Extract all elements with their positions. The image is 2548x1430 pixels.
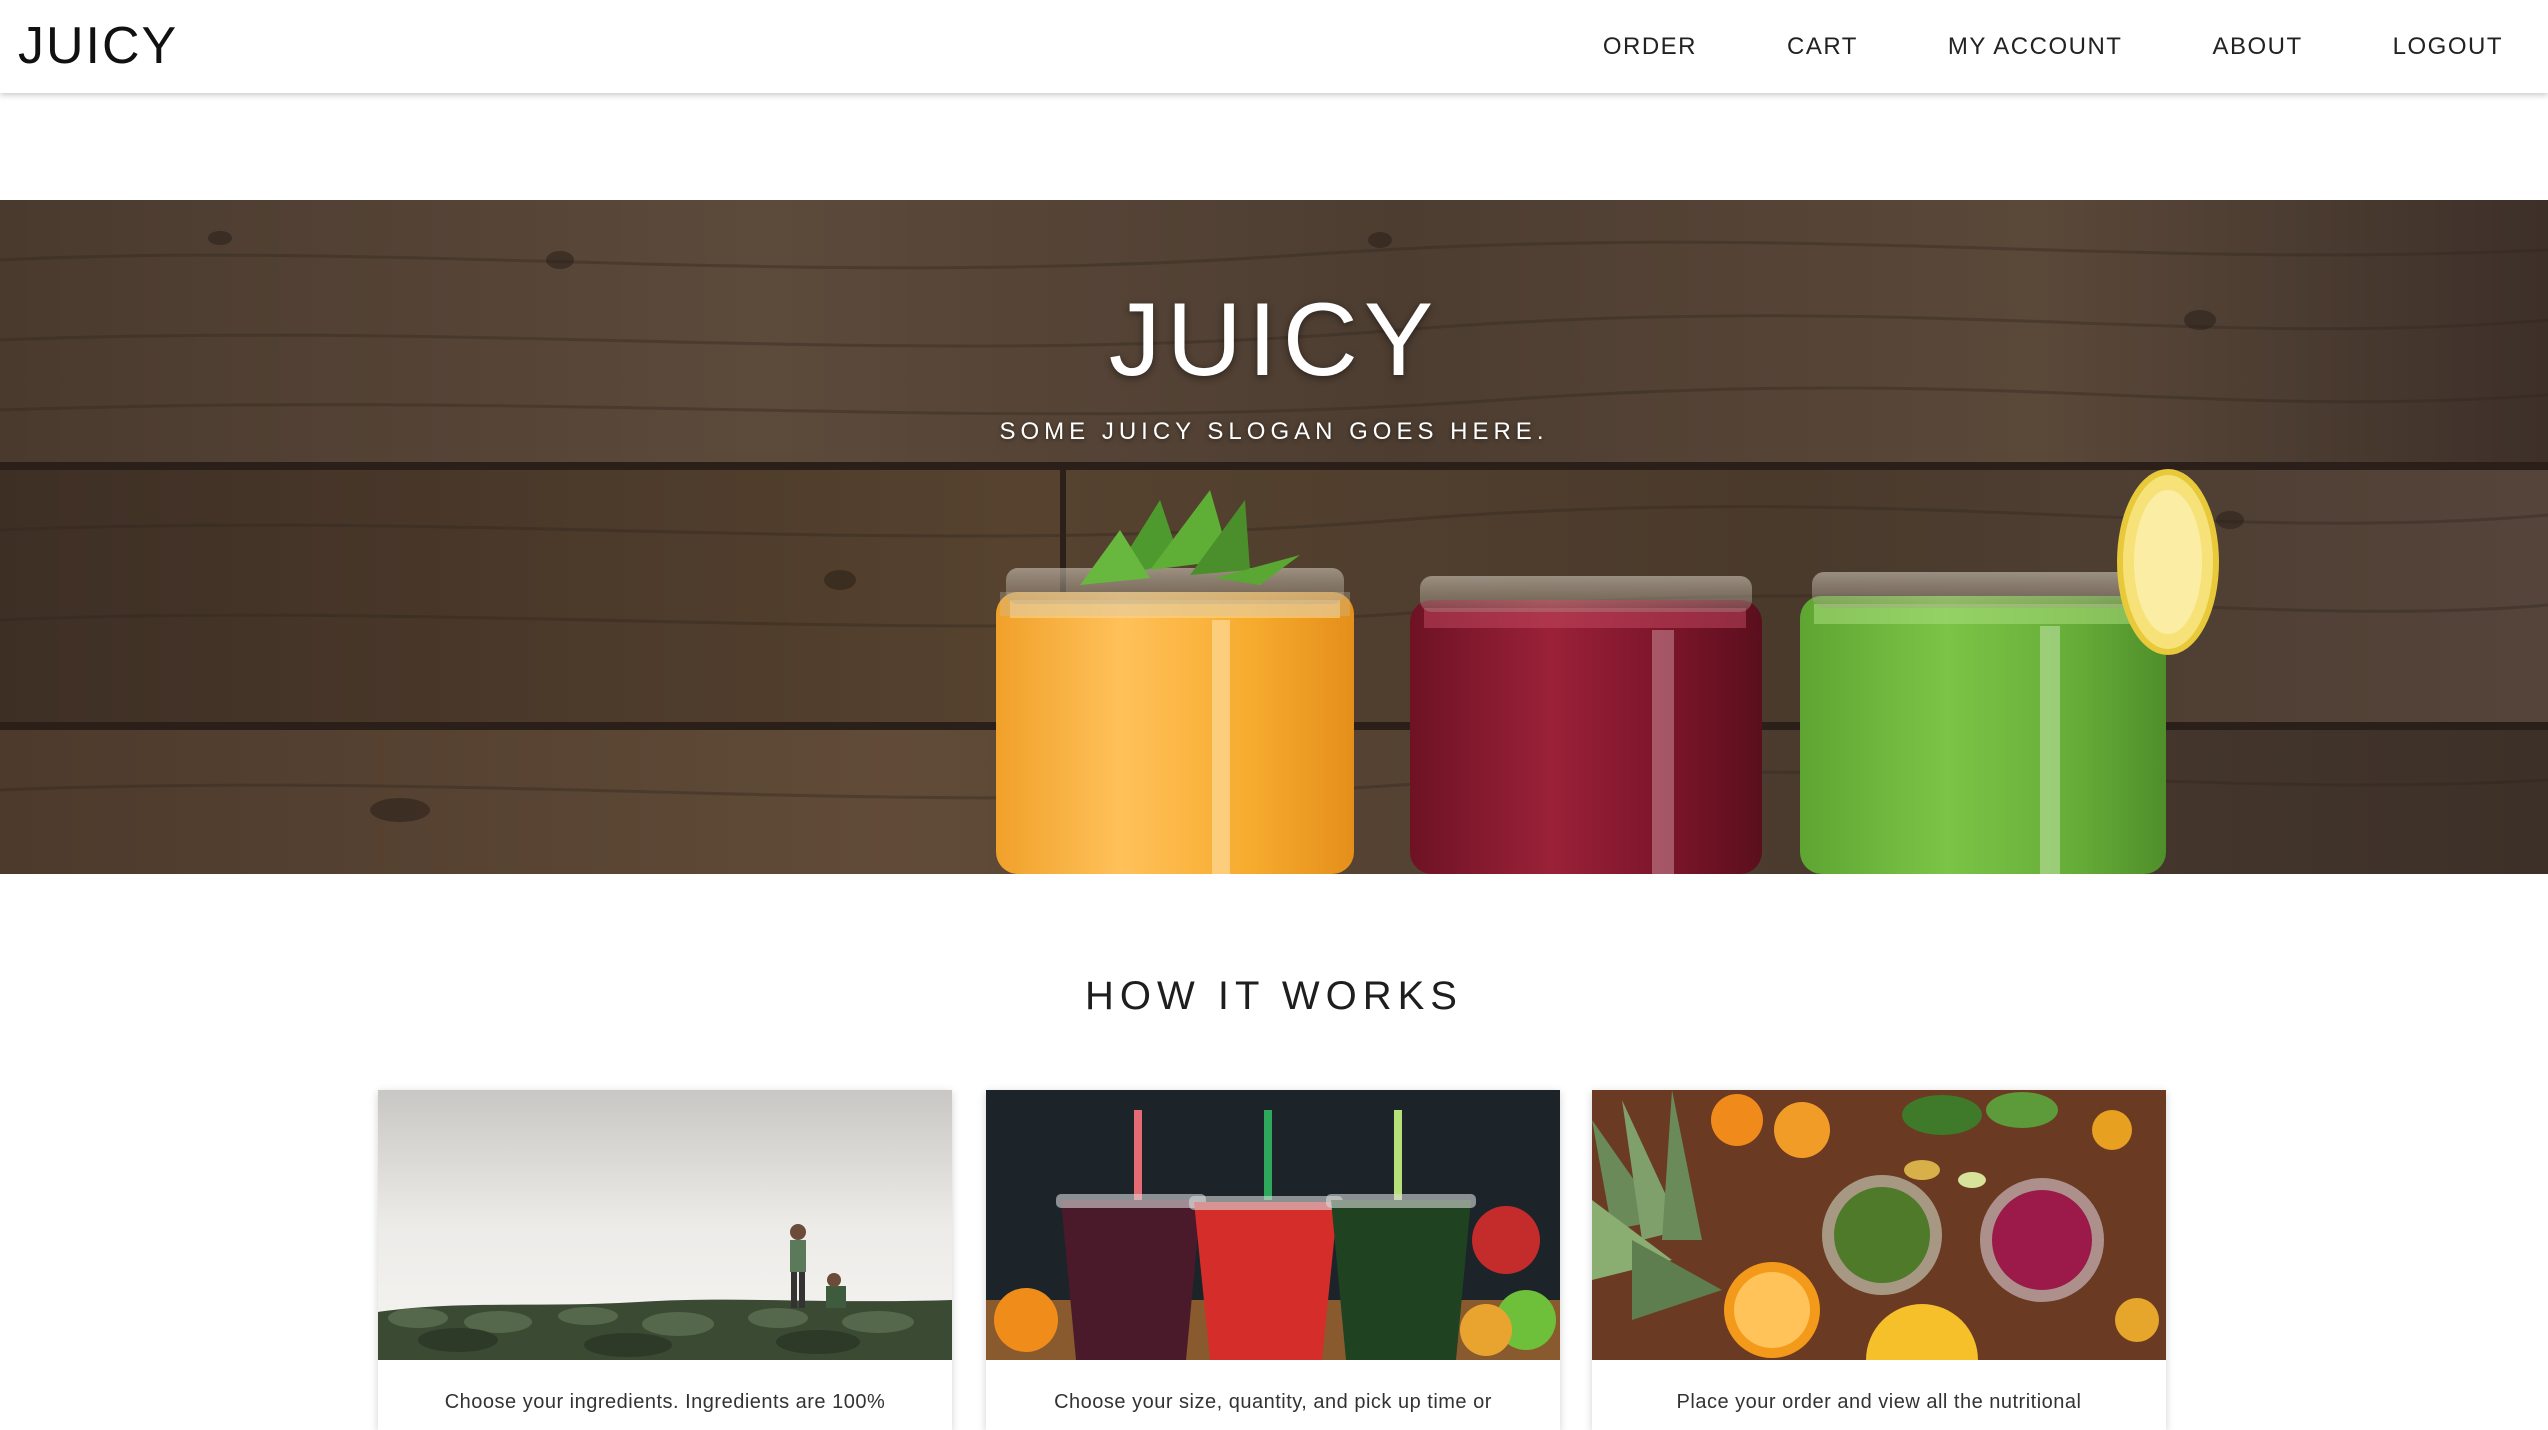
nav-about-link[interactable]: ABOUT bbox=[2212, 32, 2302, 62]
step-text-order: Place your order and view all the nutrit… bbox=[1676, 1391, 2082, 1413]
brand-logo[interactable]: JUICY bbox=[18, 14, 178, 78]
hero-slogan: SOME JUICY SLOGAN GOES HERE. bbox=[999, 418, 1549, 445]
nav-my-account-link[interactable]: MY ACCOUNT bbox=[1948, 32, 2123, 62]
juice-cups-image bbox=[986, 1090, 1560, 1360]
nav-cart-link[interactable]: CART bbox=[1787, 32, 1858, 62]
how-it-works-title: HOW IT WORKS bbox=[1085, 974, 1463, 1018]
step-card-order: Place your order and view all the nutrit… bbox=[1592, 1090, 2166, 1430]
step-text-size: Choose your size, quantity, and pick up … bbox=[1054, 1391, 1492, 1413]
step-text-ingredients: Choose your ingredients. Ingredients are… bbox=[444, 1391, 886, 1413]
step-card-size: Choose your size, quantity, and pick up … bbox=[986, 1090, 1560, 1430]
farm-field-image bbox=[378, 1090, 952, 1360]
step-card-ingredients: Choose your ingredients. Ingredients are… bbox=[378, 1090, 952, 1430]
nav-logout-link[interactable]: LOGOUT bbox=[2393, 32, 2503, 62]
red-juice-jar bbox=[1410, 576, 1762, 874]
hero-banner: JUICY SOME JUICY SLOGAN GOES HERE. bbox=[0, 200, 2548, 874]
main-nav: ORDER CART MY ACCOUNT ABOUT LOGOUT bbox=[1603, 0, 2503, 93]
hero-title: JUICY bbox=[1108, 282, 1440, 398]
top-navbar: JUICY ORDER CART MY ACCOUNT ABOUT LOGOUT bbox=[0, 0, 2548, 93]
nav-order-link[interactable]: ORDER bbox=[1603, 32, 1697, 62]
fruit-jars-image bbox=[1592, 1090, 2166, 1360]
